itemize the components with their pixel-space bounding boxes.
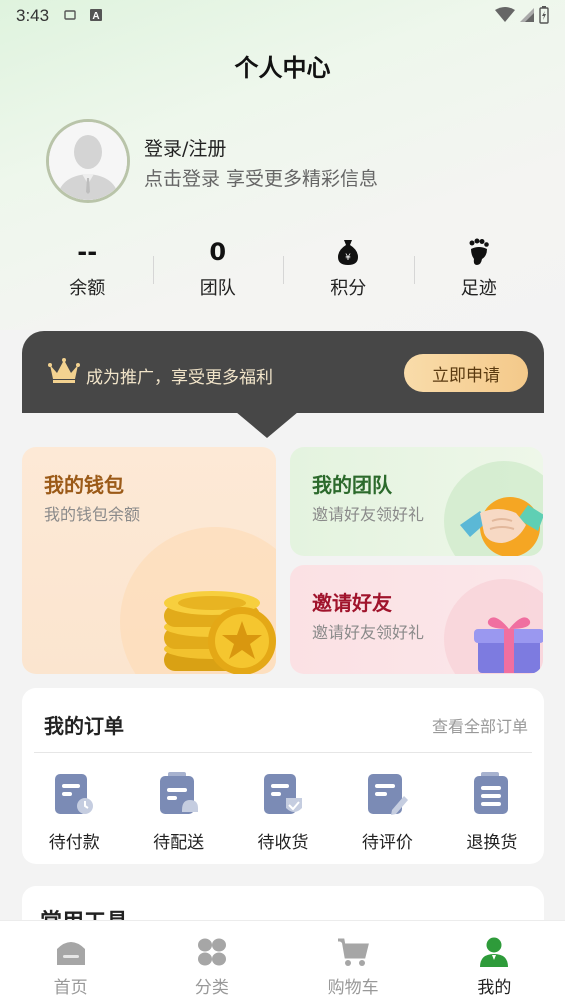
tab-mine[interactable]: 我的 — [424, 921, 565, 1004]
stat-balance[interactable]: -- 余额 — [22, 236, 153, 306]
promo-pointer — [236, 412, 298, 438]
svg-text:A: A — [92, 11, 99, 22]
crown-icon — [48, 357, 80, 389]
notification-icon — [63, 8, 77, 25]
team-subtitle: 邀请好友领好礼 — [312, 505, 425, 524]
signal-icon — [519, 7, 535, 27]
order-pending-payment[interactable]: 待付款 — [22, 772, 126, 853]
footprint-label: 足迹 — [460, 278, 497, 299]
user-icon — [478, 937, 510, 971]
order-pending-review[interactable]: 待评价 — [335, 772, 439, 853]
pending-review-label: 待评价 — [361, 833, 413, 853]
pending-receipt-icon — [262, 772, 304, 820]
team-title: 我的团队 — [312, 473, 392, 497]
apply-now-button[interactable]: 立即申请 — [404, 354, 528, 392]
order-status-row: 待付款 待配送 待收货 待评价 退换货 — [22, 772, 544, 853]
default-avatar-icon — [49, 122, 127, 200]
promo-text: 成为推广，享受更多福利 — [86, 368, 273, 388]
pending-payment-label: 待付款 — [48, 833, 100, 853]
invite-card[interactable]: 邀请好友 邀请好友领好礼 — [290, 565, 543, 674]
footprint-icon — [468, 236, 490, 268]
handshake-icon — [458, 491, 543, 556]
balance-value: -- — [77, 238, 98, 266]
invite-subtitle: 邀请好友领好礼 — [312, 623, 425, 642]
balance-label: 余额 — [69, 278, 106, 299]
orders-title: 我的订单 — [44, 714, 124, 738]
app-a-icon: A — [89, 8, 103, 25]
pending-receipt-label: 待收货 — [257, 833, 309, 853]
category-icon — [196, 937, 228, 971]
tab-home-label: 首页 — [53, 978, 88, 998]
return-exchange-label: 退换货 — [466, 833, 518, 853]
stat-footprint[interactable]: 足迹 — [413, 236, 545, 306]
pending-delivery-icon — [158, 772, 200, 820]
order-pending-delivery[interactable]: 待配送 — [126, 772, 230, 853]
order-pending-receipt[interactable]: 待收货 — [231, 772, 335, 853]
money-bag-icon: ¥ — [337, 236, 359, 268]
wifi-icon — [495, 7, 515, 27]
view-all-orders-link[interactable]: 查看全部订单 — [432, 713, 528, 737]
cart-icon — [337, 937, 370, 971]
status-bar: 3:43 A — [0, 0, 565, 32]
tab-home[interactable]: 首页 — [0, 921, 141, 1004]
team-card[interactable]: 我的团队 邀请好友领好礼 — [290, 447, 543, 556]
svg-text:¥: ¥ — [345, 253, 351, 263]
tab-mine-label: 我的 — [477, 978, 512, 998]
pending-payment-icon — [53, 772, 95, 820]
bottom-tab-bar: 首页 分类 购物车 我的 — [0, 920, 565, 1004]
tab-category[interactable]: 分类 — [141, 921, 282, 1004]
home-icon — [55, 937, 87, 971]
promo-banner: 成为推广，享受更多福利 立即申请 — [22, 331, 544, 413]
wallet-subtitle: 我的钱包余额 — [44, 505, 141, 524]
wallet-title: 我的钱包 — [44, 473, 124, 497]
tab-category-label: 分类 — [194, 978, 229, 998]
order-return-exchange[interactable]: 退换货 — [440, 772, 544, 853]
pending-review-icon — [366, 772, 409, 820]
gold-coins-icon — [160, 577, 276, 674]
tab-cart-label: 购物车 — [327, 978, 379, 998]
login-hint: 点击登录 享受更多精彩信息 — [144, 168, 379, 190]
wallet-card[interactable]: 我的钱包 我的钱包余额 — [22, 447, 276, 674]
login-register-link[interactable]: 登录/注册 — [144, 134, 226, 161]
gift-box-icon — [474, 609, 543, 674]
stat-points[interactable]: ¥ 积分 — [283, 236, 414, 306]
return-exchange-icon — [471, 772, 513, 820]
team-label: 团队 — [199, 278, 236, 299]
battery-icon — [539, 6, 549, 28]
tab-cart[interactable]: 购物车 — [283, 921, 424, 1004]
stats-row: -- 余额 0 团队 ¥ 积分 足迹 — [22, 236, 544, 306]
avatar[interactable] — [46, 119, 130, 203]
stat-team[interactable]: 0 团队 — [152, 236, 284, 306]
page-title: 个人中心 — [234, 54, 331, 82]
points-label: 积分 — [330, 278, 367, 299]
orders-divider — [34, 752, 532, 753]
orders-section: 我的订单 查看全部订单 待付款 待配送 待收货 待评价 退换货 — [22, 688, 544, 864]
status-time: 3:43 — [16, 6, 50, 25]
team-value: 0 — [209, 238, 227, 266]
invite-title: 邀请好友 — [312, 591, 392, 615]
pending-delivery-label: 待配送 — [153, 833, 205, 853]
